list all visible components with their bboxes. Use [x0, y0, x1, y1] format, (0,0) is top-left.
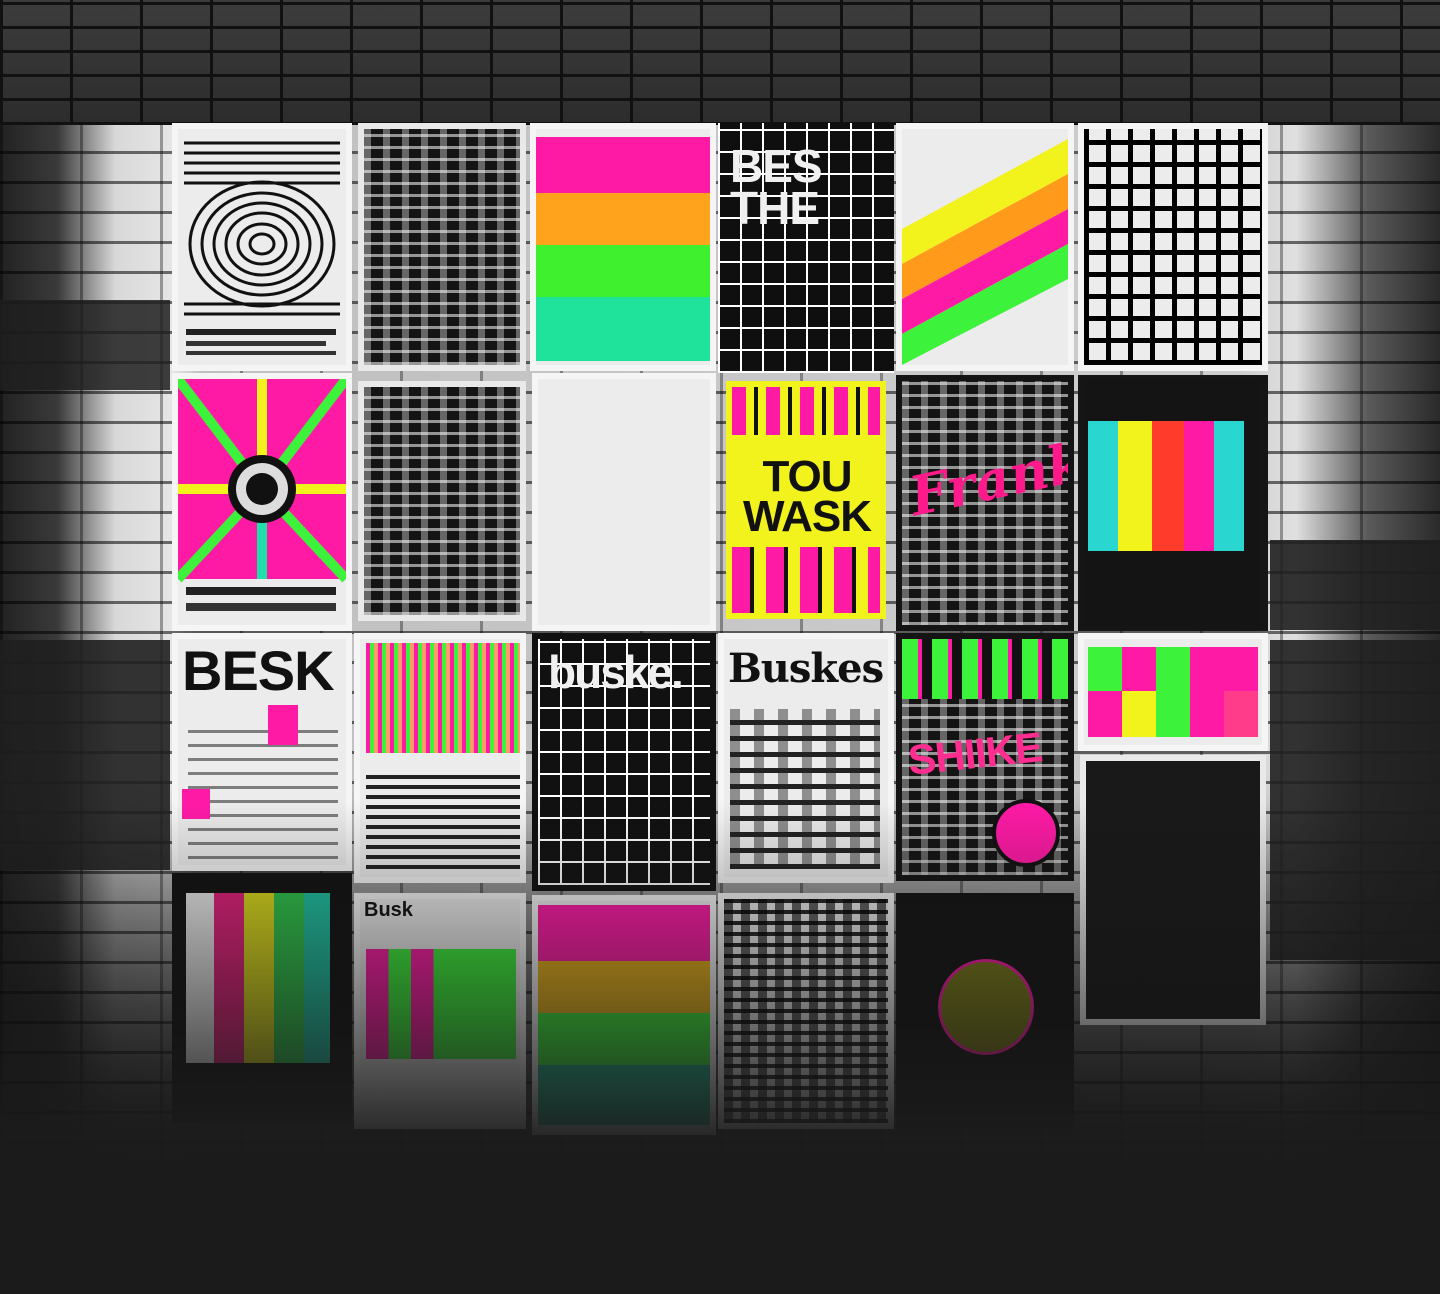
band-magenta	[536, 137, 710, 193]
poster-stripes-collage	[354, 633, 526, 883]
poster-besk: BESK	[172, 633, 352, 871]
bar-white	[186, 893, 214, 1063]
poster-test-pattern	[1078, 375, 1268, 631]
color-blocks-lower	[1088, 691, 1258, 737]
poster-diagonal-stripes	[896, 123, 1074, 371]
psychedelic-burst-graphic	[178, 379, 346, 611]
grime-patch	[0, 640, 170, 870]
collage-lines	[188, 719, 338, 859]
bar-magenta	[214, 893, 244, 1063]
poster-headline: TOU WASK	[743, 452, 872, 542]
circle-badge	[938, 959, 1034, 1055]
poster-architecture	[358, 381, 526, 621]
poster-vertical-bars	[172, 873, 352, 1123]
poster-grunge-dark	[1080, 755, 1266, 1025]
bar-yellow	[244, 893, 274, 1063]
collage-strip	[732, 547, 880, 613]
poster-yellow-text: TOU WASK	[726, 381, 886, 619]
bar-magenta	[1184, 421, 1214, 551]
collage-lines	[730, 709, 880, 869]
poster-circle-dark	[896, 893, 1074, 1129]
poster-headline: BESK	[182, 639, 335, 702]
collage-lines	[366, 769, 520, 869]
poster-spiral	[172, 123, 352, 371]
spiral-lines-graphic	[184, 141, 340, 355]
bar-yellow	[1118, 421, 1152, 551]
bar-cyan	[1088, 421, 1118, 551]
dark-brick-band	[0, 0, 1440, 125]
band-orange	[536, 193, 710, 245]
poster-color-bands	[530, 123, 716, 371]
stripe-field	[366, 643, 520, 753]
poster-shiike: SHIIKE	[896, 633, 1074, 881]
collage-strip	[732, 387, 880, 435]
poster-bands-lower	[532, 895, 716, 1135]
poster-buskes: Buskes	[718, 633, 894, 883]
poster-collage-lower	[718, 893, 894, 1129]
brick-wall-scene: BES THE TOU WASK Frankie BESK buske. Bus…	[0, 0, 1440, 1294]
collage-strip	[902, 639, 1068, 699]
diagonal-stripes-graphic	[902, 139, 1068, 365]
bar-cyan	[1214, 421, 1244, 551]
grime-patch	[1270, 540, 1440, 630]
poster-headline: BES THE	[730, 140, 823, 235]
poster-collage-bw	[358, 123, 526, 371]
band-magenta	[538, 905, 710, 961]
poster-busk-collage: Busk	[354, 893, 526, 1129]
magenta-block	[268, 705, 298, 745]
band-green	[536, 245, 710, 297]
poster-headline: Busk	[364, 899, 413, 921]
band-green	[538, 1013, 710, 1065]
grime-patch	[1270, 640, 1440, 960]
magenta-block	[182, 789, 210, 819]
grime-patch	[0, 300, 170, 390]
poster-grid-text: BES THE	[718, 123, 894, 373]
band-teal	[538, 1065, 710, 1125]
poster-black-grid	[1078, 123, 1268, 371]
bar-teal	[304, 893, 330, 1063]
poster-psychedelic	[172, 373, 352, 631]
color-blocks	[366, 949, 516, 1059]
badge-circle	[992, 799, 1060, 867]
poster-color-blocks	[1078, 633, 1268, 751]
bar-green	[274, 893, 304, 1063]
poster-buske-dark: buske.	[532, 633, 716, 891]
poster-headline: buske.	[548, 646, 684, 698]
band-teal	[536, 297, 710, 361]
poster-script: Frankie	[896, 375, 1074, 631]
poster-script-text: Frankie	[903, 417, 1074, 529]
poster-headline: SHIIKE	[905, 723, 1045, 784]
bar-red	[1152, 421, 1184, 551]
poster-headline: Buskes	[728, 645, 884, 692]
poster-square-grid	[532, 373, 716, 631]
band-yellow	[538, 961, 710, 1013]
